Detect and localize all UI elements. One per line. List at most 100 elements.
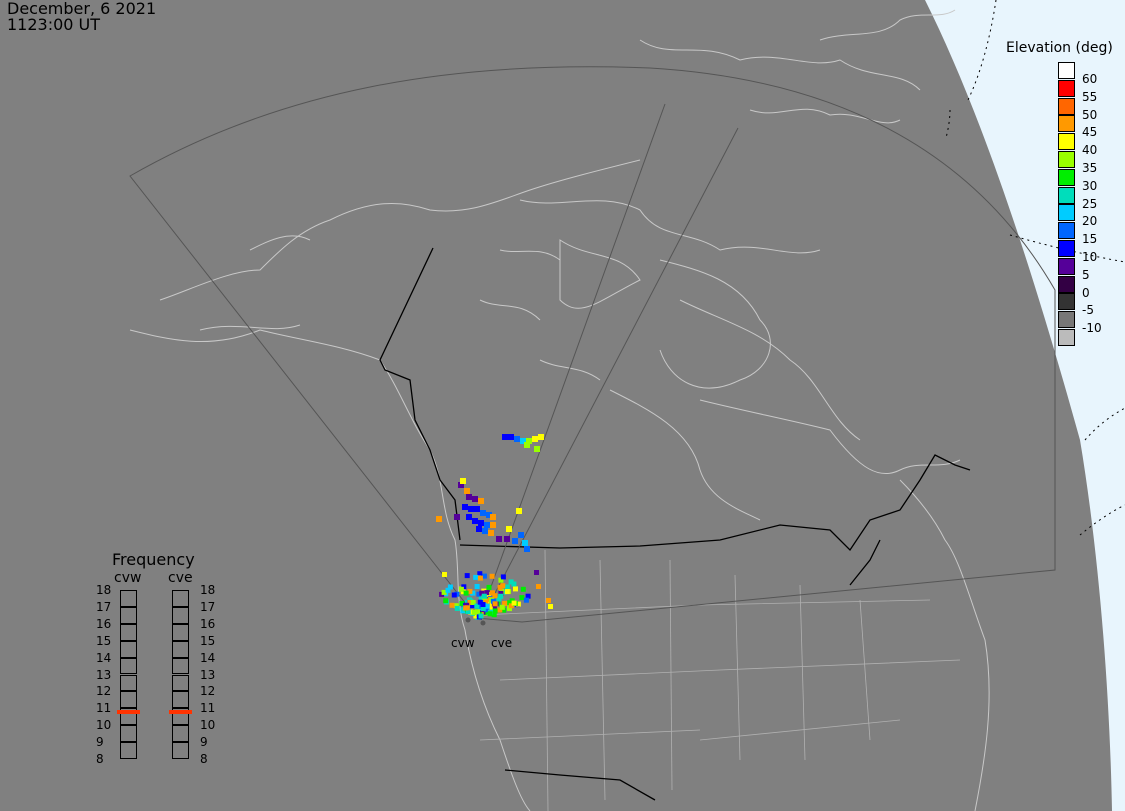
backscatter-pixel xyxy=(472,518,478,524)
frequency-tick-label-cvw: 17 xyxy=(96,599,112,614)
elevation-swatch xyxy=(1058,186,1075,204)
backscatter-pixel xyxy=(478,498,484,504)
elevation-tick-label: 20 xyxy=(1082,214,1098,229)
frequency-cell-cvw xyxy=(120,640,137,658)
elevation-swatch xyxy=(1058,240,1075,257)
frequency-cell-cve xyxy=(172,725,189,743)
elevation-swatch xyxy=(1058,97,1075,115)
time-label: 1123:00 UT xyxy=(7,15,101,34)
elevation-swatch xyxy=(1058,204,1075,222)
backscatter-pixel xyxy=(488,530,494,536)
backscatter-pixel xyxy=(481,593,487,599)
frequency-cell-cvw xyxy=(120,674,137,692)
frequency-tick-label-cve: 13 xyxy=(200,667,216,682)
backscatter-pixel xyxy=(520,586,526,592)
frequency-cell-cve xyxy=(172,691,189,709)
frequency-tick-label-cvw: 16 xyxy=(96,616,112,631)
frequency-cell-cvw xyxy=(120,606,137,624)
elevation-swatch xyxy=(1058,293,1075,311)
backscatter-pixel xyxy=(518,532,524,538)
backscatter-pixel xyxy=(462,504,468,510)
frequency-radar-label-cvw: cvw xyxy=(114,570,142,586)
elevation-tick-label: 25 xyxy=(1082,196,1098,211)
backscatter-pixel xyxy=(516,508,522,514)
backscatter-pixel xyxy=(524,442,530,448)
site-label-cvw: cvw xyxy=(451,636,475,650)
backscatter-pixel xyxy=(482,528,488,534)
backscatter-pixel xyxy=(511,600,517,606)
elevation-tick-label: 5 xyxy=(1082,267,1090,282)
elevation-swatch xyxy=(1058,62,1075,79)
backscatter-pixel xyxy=(523,597,529,603)
elevation-swatch xyxy=(1058,222,1075,240)
backscatter-pixel xyxy=(474,506,480,512)
backscatter-pixel xyxy=(500,583,506,589)
backscatter-pixel xyxy=(464,605,470,611)
map-background xyxy=(0,0,1125,811)
backscatter-pixel xyxy=(500,574,506,580)
elevation-swatch xyxy=(1058,151,1075,168)
backscatter-pixel xyxy=(490,522,496,528)
backscatter-pixel xyxy=(464,573,470,579)
backscatter-pixel xyxy=(466,494,472,500)
elevation-swatch xyxy=(1058,115,1075,133)
elevation-tick-label: 15 xyxy=(1082,232,1098,247)
backscatter-pixel xyxy=(498,593,504,599)
backscatter-pixel xyxy=(458,586,464,592)
backscatter-pixel xyxy=(504,584,510,590)
backscatter-pixel xyxy=(524,546,530,552)
backscatter-pixel xyxy=(504,589,510,595)
elevation-swatch xyxy=(1058,257,1075,275)
elevation-tick-label: 40 xyxy=(1082,143,1098,158)
backscatter-pixel xyxy=(489,573,495,579)
backscatter-pixel xyxy=(513,586,518,592)
elevation-tick-label: 60 xyxy=(1082,72,1098,86)
backscatter-pixel xyxy=(496,536,502,542)
frequency-cell-cve xyxy=(172,623,189,641)
backscatter-pixel xyxy=(492,601,498,607)
site-marker-cve xyxy=(480,620,486,626)
backscatter-pixel xyxy=(442,572,447,577)
frequency-tick-label-cvw: 8 xyxy=(96,752,104,766)
frequency-cell-cve xyxy=(172,657,189,675)
backscatter-pixel xyxy=(534,446,540,452)
backscatter-pixel xyxy=(474,584,480,589)
backscatter-pixel xyxy=(480,602,486,607)
backscatter-pixel xyxy=(490,514,496,520)
elevation-tick-label: 30 xyxy=(1082,178,1098,193)
frequency-tick-label-cvw: 10 xyxy=(96,718,112,733)
backscatter-pixel xyxy=(534,570,539,575)
backscatter-pixel xyxy=(436,516,442,522)
frequency-cell-cve xyxy=(172,640,189,658)
backscatter-pixel xyxy=(480,510,486,516)
elevation-swatch xyxy=(1058,133,1075,151)
frequency-cell-cvw xyxy=(120,725,137,743)
frequency-tick-label-cvw: 14 xyxy=(96,650,112,665)
elevation-tick-label: 50 xyxy=(1082,107,1098,122)
backscatter-pixel xyxy=(546,598,551,603)
backscatter-pixel xyxy=(471,610,477,615)
frequency-tick-label-cve: 8 xyxy=(200,752,208,766)
backscatter-pixel xyxy=(519,595,525,601)
backscatter-pixel xyxy=(548,604,553,609)
elevation-tick-label: -10 xyxy=(1082,321,1102,336)
backscatter-pixel xyxy=(502,434,508,440)
backscatter-pixel xyxy=(473,574,479,580)
elevation-swatch xyxy=(1058,168,1075,186)
frequency-tick-label-cve: 12 xyxy=(200,684,216,699)
backscatter-pixel xyxy=(447,584,453,590)
frequency-cell-cvw xyxy=(120,590,137,607)
frequency-radar-label-cve: cve xyxy=(168,570,193,586)
frequency-cell-cvw xyxy=(120,623,137,641)
backscatter-pixel xyxy=(536,584,541,589)
frequency-tick-label-cvw: 11 xyxy=(96,701,112,716)
backscatter-pixel xyxy=(484,522,490,528)
elevation-legend-title: Elevation (deg) xyxy=(1006,40,1113,56)
backscatter-pixel xyxy=(514,436,520,442)
frequency-tick-label-cvw: 9 xyxy=(96,735,104,750)
frequency-tick-label-cve: 14 xyxy=(200,650,216,665)
backscatter-pixel xyxy=(451,592,457,598)
elevation-tick-label: 35 xyxy=(1082,161,1098,175)
frequency-tick-label-cvw: 18 xyxy=(96,583,112,597)
frequency-tick-label-cve: 15 xyxy=(200,633,216,648)
